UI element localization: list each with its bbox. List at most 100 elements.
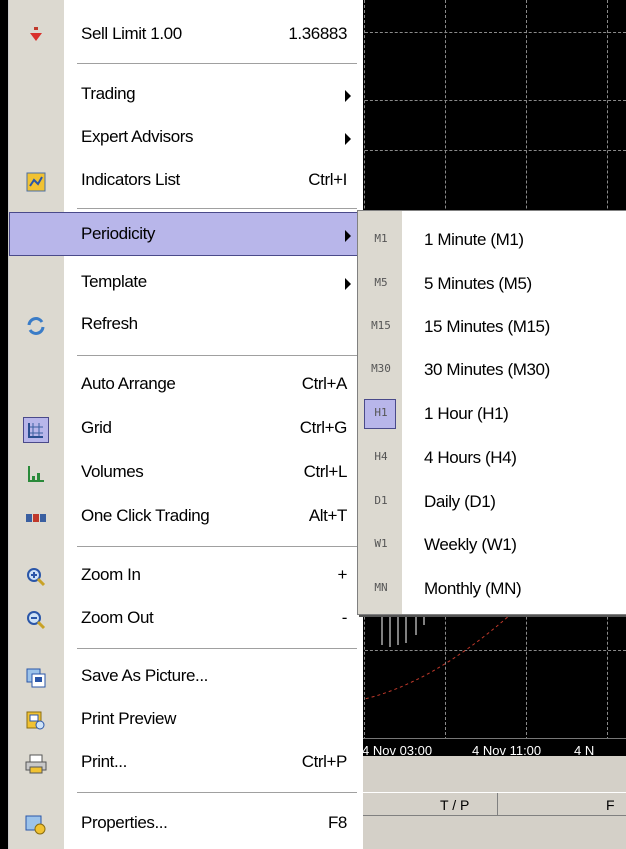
menu-item-label: Sell Limit 1.00 — [81, 24, 182, 43]
menu-item-label: One Click Trading — [81, 506, 210, 525]
period-item-d1[interactable]: D1 Daily (D1) — [358, 481, 626, 525]
period-item-m5[interactable]: M5 5 Minutes (M5) — [358, 263, 626, 307]
submenu-arrow-icon — [345, 90, 351, 102]
column-header-tp[interactable]: T / P — [440, 797, 469, 813]
menu-item-zoom-in[interactable]: Zoom In + — [9, 555, 363, 599]
period-item-m1[interactable]: M1 1 Minute (M1) — [358, 219, 626, 263]
menu-separator — [77, 63, 357, 65]
menu-item-volumes[interactable]: Volumes Ctrl+L — [9, 452, 363, 496]
period-h4-icon: H4 — [374, 450, 388, 463]
menu-separator — [77, 546, 357, 548]
refresh-icon — [23, 313, 49, 339]
menu-item-label: Expert Advisors — [81, 127, 194, 146]
grid-icon — [23, 417, 49, 443]
menu-separator — [77, 355, 357, 357]
properties-icon — [23, 812, 49, 838]
menu-item-label: Template — [81, 272, 147, 291]
periodicity-submenu: M1 1 Minute (M1) M5 5 Minutes (M5) M15 1… — [357, 210, 626, 615]
period-m5-icon: M5 — [374, 276, 388, 289]
period-item-mn[interactable]: MN Monthly (MN) — [358, 568, 626, 612]
period-item-m15[interactable]: M15 15 Minutes (M15) — [358, 306, 626, 350]
grid-line — [360, 100, 626, 101]
period-label: 5 Minutes (M5) — [424, 274, 532, 293]
price-bars — [360, 609, 511, 701]
menu-item-label: Print Preview — [81, 709, 176, 728]
print-icon — [23, 751, 49, 777]
sell-limit-icon — [23, 23, 49, 49]
menu-item-label: Zoom In — [81, 565, 141, 584]
menu-item-template[interactable]: Template — [9, 262, 363, 306]
menu-item-shortcut: Ctrl+L — [303, 462, 348, 481]
period-item-w1[interactable]: W1 Weekly (W1) — [358, 524, 626, 568]
print-preview-icon — [23, 708, 49, 734]
period-d1-icon: D1 — [374, 494, 388, 507]
menu-item-print[interactable]: Print... Ctrl+P — [9, 742, 363, 786]
submenu-arrow-icon — [345, 278, 351, 290]
period-label: 4 Hours (H4) — [424, 448, 517, 467]
menu-item-label: Zoom Out — [81, 608, 154, 627]
menu-item-save-as-picture[interactable]: Save As Picture... — [9, 656, 363, 700]
menu-item-shortcut: Ctrl+P — [301, 752, 348, 771]
menu-item-zoom-out[interactable]: Zoom Out - — [9, 598, 363, 642]
zoom-in-icon — [23, 564, 49, 590]
menu-item-label: Properties... — [81, 813, 168, 832]
menu-item-label: Refresh — [81, 314, 138, 333]
menu-item-one-click-trading[interactable]: One Click Trading Alt+T — [9, 496, 363, 540]
terminal-header: T / P F — [360, 792, 626, 816]
menu-separator — [77, 792, 357, 794]
menu-item-label: Auto Arrange — [81, 374, 176, 393]
menu-item-shortcut: Ctrl+G — [299, 418, 348, 437]
menu-item-grid[interactable]: Grid Ctrl+G — [9, 408, 363, 452]
period-m15-icon: M15 — [371, 319, 391, 332]
period-label: 30 Minutes (M30) — [424, 360, 550, 379]
menu-item-indicators-list[interactable]: Indicators List Ctrl+I — [9, 160, 363, 204]
period-label: Daily (D1) — [424, 492, 496, 511]
period-label: Monthly (MN) — [424, 579, 522, 598]
menu-item-expert-advisors[interactable]: Expert Advisors — [9, 117, 363, 161]
period-item-h4[interactable]: H4 4 Hours (H4) — [358, 437, 626, 481]
grid-line — [360, 32, 626, 33]
menu-item-print-preview[interactable]: Print Preview — [9, 699, 363, 743]
menu-item-shortcut: F8 — [327, 813, 347, 832]
period-label: 1 Minute (M1) — [424, 230, 524, 249]
period-item-h1[interactable]: H1 1 Hour (H1) — [358, 393, 626, 437]
menu-item-sell-limit[interactable]: Sell Limit 1.00 1.36883 — [9, 14, 363, 58]
one-click-trading-icon — [23, 505, 49, 531]
menu-item-label: Periodicity — [81, 224, 156, 243]
column-header-f[interactable]: F — [606, 797, 615, 813]
volumes-icon — [23, 461, 49, 487]
context-menu: Sell Limit 1.00 1.36883 Trading Expert A… — [8, 0, 369, 849]
menu-item-label: Print... — [81, 752, 127, 771]
period-label: 1 Hour (H1) — [424, 404, 509, 423]
period-item-m30[interactable]: M30 30 Minutes (M30) — [358, 349, 626, 393]
menu-separator — [77, 648, 357, 650]
menu-item-label: Grid — [81, 418, 112, 437]
menu-item-refresh[interactable]: Refresh — [9, 304, 363, 348]
save-picture-icon — [23, 665, 49, 691]
menu-item-label: Save As Picture... — [81, 666, 208, 685]
menu-item-label: Trading — [81, 84, 136, 103]
menu-item-shortcut: Alt+T — [308, 506, 348, 525]
menu-item-shortcut: - — [341, 608, 348, 627]
menu-item-properties[interactable]: Properties... F8 — [9, 803, 363, 847]
menu-item-shortcut: Ctrl+A — [301, 374, 348, 393]
menu-item-auto-arrange[interactable]: Auto Arrange Ctrl+A — [9, 364, 363, 408]
menu-item-label: Volumes — [81, 462, 144, 481]
time-axis: 4 Nov 03:00 4 Nov 11:00 4 N — [360, 738, 626, 758]
grid-line — [360, 150, 626, 151]
submenu-arrow-icon — [345, 133, 351, 145]
period-m30-icon: M30 — [371, 362, 391, 375]
menu-item-shortcut: + — [337, 565, 347, 584]
period-w1-icon: W1 — [374, 537, 388, 550]
menu-item-trading[interactable]: Trading — [9, 74, 363, 118]
period-mn-icon: MN — [374, 581, 388, 594]
terminal-panel: T / P F — [360, 756, 626, 849]
indicators-list-icon — [23, 169, 49, 195]
period-m1-icon: M1 — [374, 232, 388, 245]
submenu-arrow-icon — [345, 230, 351, 242]
menu-item-periodicity[interactable]: Periodicity — [9, 214, 363, 258]
menu-item-label: Indicators List — [81, 170, 180, 189]
zoom-out-icon — [23, 607, 49, 633]
menu-item-shortcut: 1.36883 — [288, 24, 347, 43]
period-label: 15 Minutes (M15) — [424, 317, 550, 336]
